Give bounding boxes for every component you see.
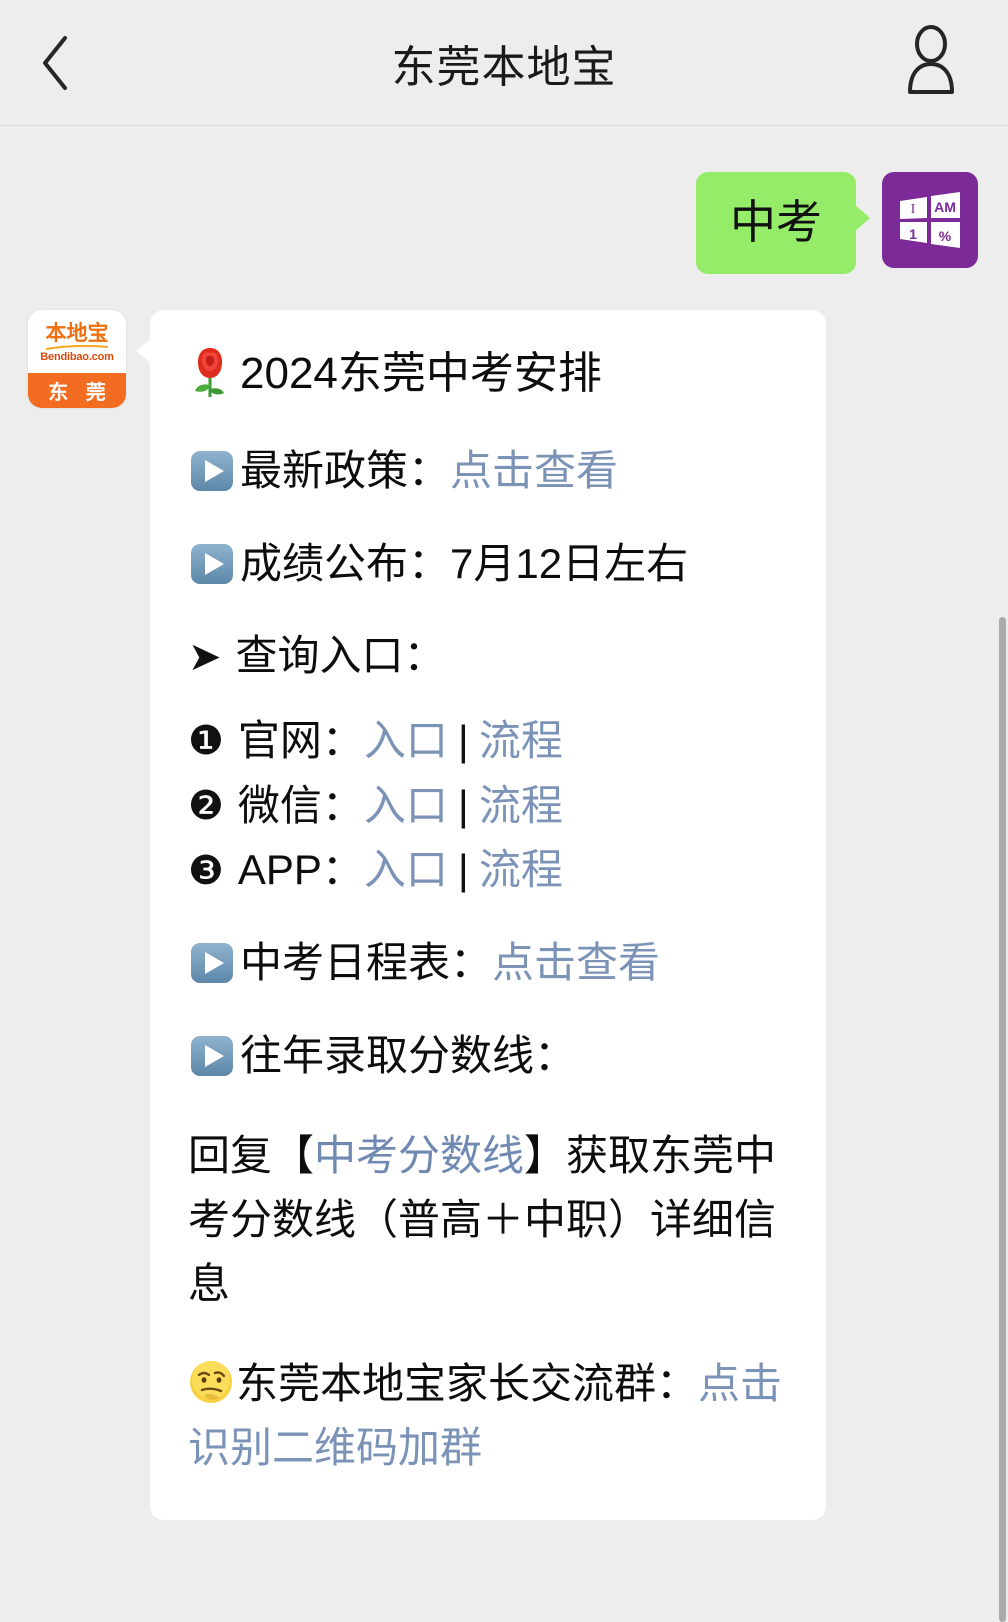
entry-separator: | [457,781,469,829]
avatar-brand-block: 本地宝 Bendibao.com [28,309,126,373]
entry-link-app-process[interactable]: 流程 [479,842,563,899]
number-two-icon: ❷ [188,783,224,828]
entry-label-official-site: 官网： [237,716,364,764]
message-title-text: 2024东莞中考安排 [240,348,602,398]
outgoing-message-bubble[interactable]: 中考 [696,172,870,274]
number-one-icon: ❶ [188,719,224,764]
thinking-face-emoji-icon [190,1360,232,1403]
entry-row-official-site: ❶ 官网： 入口 | 流程 [188,713,788,770]
avatar-brand-en: Bendibao.com [40,351,114,363]
contact-person-icon [908,25,954,94]
page-title: 东莞本地宝 [391,42,617,92]
info-line-exam-schedule: 中考日程表： 点击查看 [188,935,788,992]
number-three-icon: ❸ [188,848,224,893]
entry-link-app-portal[interactable]: 入口 [364,842,448,899]
contact-info-button[interactable] [890,22,972,104]
back-button[interactable] [0,0,110,126]
entry-separator: | [457,716,469,764]
incoming-message-bubble[interactable]: 2024东莞中考安排 最新政策： 点击查看 成绩公布： 7月12日左右 ➤ 查询… [136,309,826,1520]
exam-schedule-view-link[interactable]: 点击查看 [492,935,660,992]
entry-row-app: ❸ APP： 入口 | 流程 [188,842,788,899]
svg-text:I: I [911,202,916,217]
message-title: 2024东莞中考安排 [188,344,788,403]
info-line-past-score-lines-label: 往年录取分数线： [240,1031,577,1079]
info-line-policy: 最新政策： 点击查看 [188,443,788,500]
windows-logo-avatar-icon: I AM 1 % [900,192,960,248]
chevron-left-icon [43,35,67,90]
reply-keyword-link[interactable]: 中考分数线 [314,1132,524,1179]
info-line-query-entry: ➤ 查询入口： [188,628,788,685]
entry-separator: | [457,846,469,894]
vertical-scrollbar[interactable] [999,617,1006,1622]
svg-text:1: 1 [909,226,917,242]
svg-text:AM: AM [934,199,956,215]
info-line-exam-schedule-label: 中考日程表： [240,939,493,987]
parent-group-label: 东莞本地宝家长交流群： [236,1359,699,1407]
entry-label-wechat: 微信： [237,781,364,829]
entry-label-app: APP： [237,846,364,894]
reply-instruction-paragraph: 回复【中考分数线】获取东莞中考分数线（普高＋中职）详细信息 [188,1124,788,1315]
app-header: 东莞本地宝 [0,0,1008,126]
entry-link-official-site-process[interactable]: 流程 [479,713,563,770]
play-button-emoji-icon [191,943,233,984]
play-button-emoji-icon [191,1036,233,1077]
chat-screen: 东莞本地宝 中考 I AM 1 % 本地宝 Bendibao.com 东 莞 2… [0,0,1008,1622]
info-line-policy-label: 最新政策： [240,446,451,494]
avatar-swoosh-icon [45,345,109,350]
info-line-score-release-value: 7月12日左右 [450,539,689,587]
parent-group-paragraph: 东莞本地宝家长交流群：点击识别二维码加群 [188,1352,788,1480]
play-button-emoji-icon [191,543,233,584]
reply-prefix: 回复【 [188,1132,315,1180]
info-line-score-release-label: 成绩公布： [240,539,451,587]
svg-text:%: % [939,228,952,244]
entry-link-wechat-portal[interactable]: 入口 [364,778,448,835]
play-button-emoji-icon [191,451,233,492]
info-line-score-release: 成绩公布： 7月12日左右 [188,536,788,593]
arrow-right-icon: ➤ [188,634,222,679]
policy-view-link[interactable]: 点击查看 [450,443,618,500]
entry-link-official-site-portal[interactable]: 入口 [364,713,448,770]
entry-link-wechat-process[interactable]: 流程 [479,778,563,835]
info-line-past-score-lines: 往年录取分数线： [188,1028,788,1085]
info-line-query-entry-label: 查询入口： [235,632,446,680]
message-list[interactable]: 中考 I AM 1 % 本地宝 Bendibao.com 东 莞 2024东莞中… [0,126,1008,1622]
avatar-self[interactable]: I AM 1 % [882,172,978,268]
avatar-city-label: 东 莞 [28,372,126,408]
message-row-outgoing: 中考 I AM 1 % [0,172,1008,274]
avatar-official-account[interactable]: 本地宝 Bendibao.com 东 莞 [28,309,126,408]
rose-emoji-icon [195,348,224,398]
entry-row-wechat: ❷ 微信： 入口 | 流程 [188,778,788,835]
avatar-brand-cn: 本地宝 [45,322,109,345]
message-row-incoming: 本地宝 Bendibao.com 东 莞 2024东莞中考安排 最新政策： 点击… [0,309,1008,1520]
